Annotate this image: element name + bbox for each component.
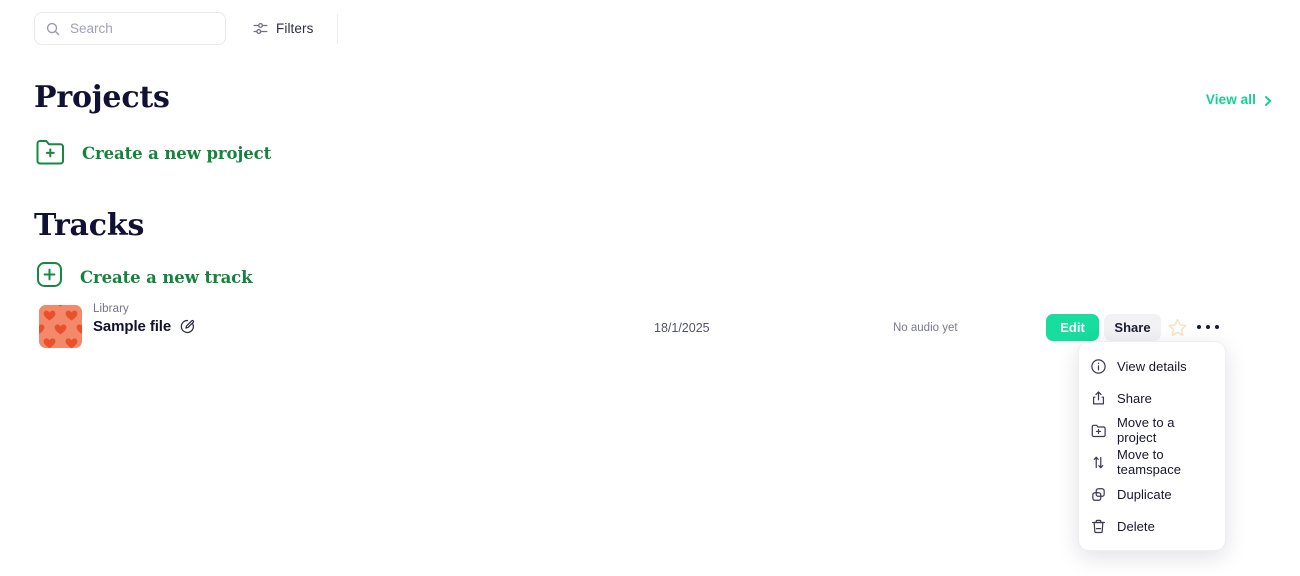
filters-button[interactable]: Filters bbox=[244, 12, 321, 45]
menu-item-share[interactable]: Share bbox=[1079, 382, 1225, 414]
projects-view-all-link[interactable]: View all bbox=[1206, 92, 1274, 107]
ellipsis-dot bbox=[1197, 325, 1201, 329]
star-outline-icon[interactable] bbox=[1167, 317, 1188, 338]
menu-item-label: Duplicate bbox=[1117, 486, 1172, 502]
ellipsis-dot bbox=[1206, 325, 1210, 329]
track-name: Sample file bbox=[93, 318, 172, 335]
share-button[interactable]: Share bbox=[1104, 314, 1161, 341]
pencil-circle-icon[interactable] bbox=[180, 319, 195, 334]
projects-section-header: Projects bbox=[34, 80, 170, 115]
folder-plus-icon bbox=[1090, 422, 1107, 439]
app-page: Filters Projects View all Create a new p… bbox=[0, 0, 1300, 576]
edit-button[interactable]: Edit bbox=[1046, 314, 1099, 341]
info-circle-icon bbox=[1090, 358, 1107, 375]
create-new-track-label: Create a new track bbox=[80, 267, 253, 287]
menu-item-delete[interactable]: Delete bbox=[1079, 510, 1225, 542]
track-audio-status: No audio yet bbox=[893, 322, 958, 334]
share-upload-icon bbox=[1090, 390, 1107, 407]
search-icon bbox=[45, 21, 61, 37]
trash-icon bbox=[1090, 518, 1107, 535]
track-info: Library Sample file bbox=[93, 303, 195, 335]
track-thumbnail bbox=[39, 305, 82, 348]
ellipsis-dot bbox=[1215, 325, 1219, 329]
folder-plus-icon bbox=[34, 136, 67, 171]
menu-item-move-to-project[interactable]: Move to a project bbox=[1079, 414, 1225, 446]
track-context-menu: View details Share Move to a project Mov… bbox=[1078, 341, 1226, 551]
tracks-title: Tracks bbox=[34, 208, 145, 243]
menu-item-duplicate[interactable]: Duplicate bbox=[1079, 478, 1225, 510]
track-source-label: Library bbox=[93, 303, 129, 315]
heart-pattern-thumbnail bbox=[39, 305, 82, 348]
menu-item-label: Move to a project bbox=[1117, 415, 1175, 445]
menu-item-move-to-teamspace[interactable]: Move to teamspace bbox=[1079, 446, 1225, 478]
square-plus-icon bbox=[34, 259, 65, 295]
copy-icon bbox=[1090, 486, 1107, 503]
view-all-label: View all bbox=[1205, 92, 1256, 107]
create-new-track-button[interactable]: Create a new track bbox=[34, 259, 253, 295]
projects-title: Projects bbox=[34, 80, 170, 115]
toolbar-divider bbox=[337, 13, 339, 44]
ellipsis-icon[interactable] bbox=[1197, 319, 1219, 335]
create-new-project-button[interactable]: Create a new project bbox=[34, 136, 271, 171]
track-date: 18/1/2025 bbox=[654, 321, 710, 335]
menu-item-label: Move to teamspace bbox=[1117, 447, 1182, 477]
toolbar: Filters bbox=[0, 0, 1300, 57]
chevron-right-icon bbox=[1262, 94, 1274, 106]
menu-item-label: Delete bbox=[1117, 518, 1155, 534]
menu-item-label: View details bbox=[1117, 358, 1187, 374]
menu-item-label: Share bbox=[1117, 390, 1152, 406]
filters-label: Filters bbox=[276, 21, 314, 36]
search-box[interactable] bbox=[34, 12, 226, 45]
tracks-section-header: Tracks bbox=[34, 208, 144, 243]
search-input[interactable] bbox=[70, 21, 210, 36]
menu-item-view-details[interactable]: View details bbox=[1079, 350, 1225, 382]
arrows-up-down-icon bbox=[1090, 454, 1107, 471]
create-new-project-label: Create a new project bbox=[82, 144, 272, 163]
sliders-icon bbox=[252, 20, 269, 37]
